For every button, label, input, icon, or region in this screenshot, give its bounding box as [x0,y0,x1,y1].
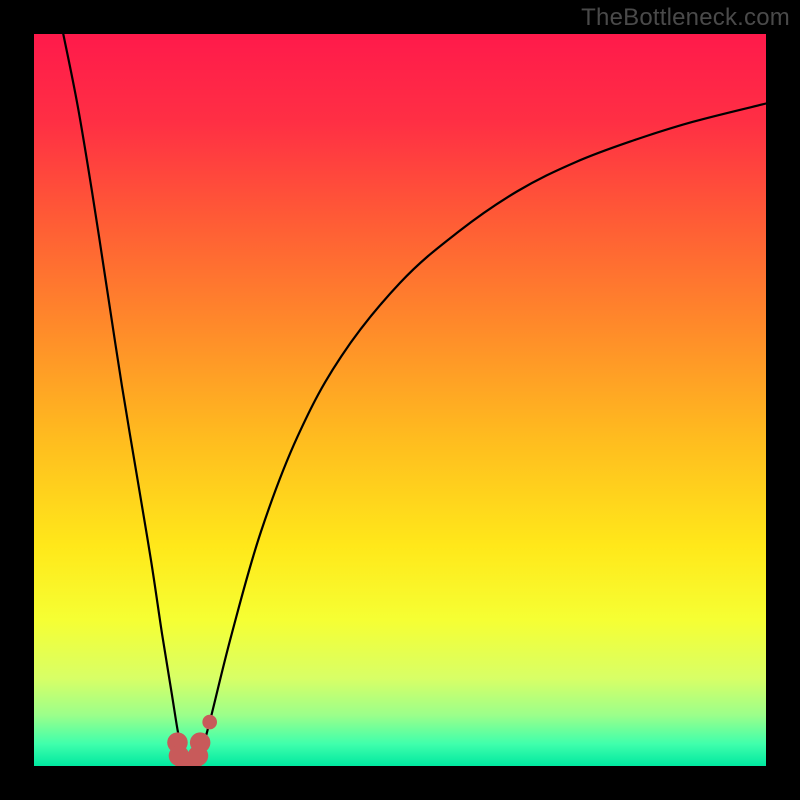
valley-markers [167,715,217,766]
left-curve [63,34,185,762]
plot-area [34,34,766,766]
valley-marker [190,732,211,753]
chart-frame: TheBottleneck.com [0,0,800,800]
curves-layer [34,34,766,766]
right-curve [199,104,766,763]
watermark-text: TheBottleneck.com [581,4,790,32]
valley-marker [202,715,217,730]
